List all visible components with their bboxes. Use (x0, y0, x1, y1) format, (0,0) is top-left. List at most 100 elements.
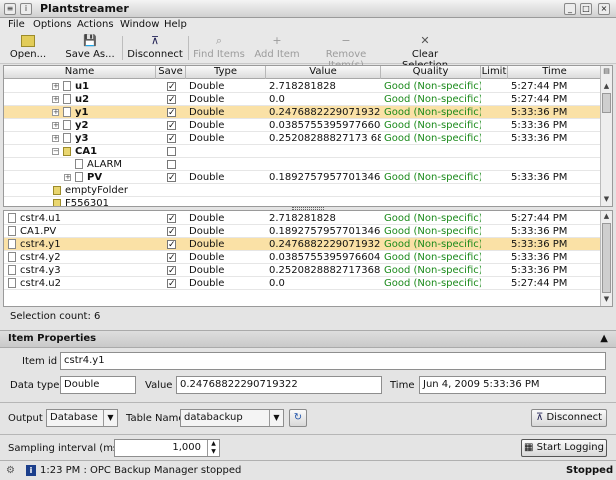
find-items-button[interactable]: ⌕ Find Items (193, 33, 245, 63)
divider (0, 434, 616, 435)
output-select[interactable]: Database ▼ (46, 409, 118, 427)
time-field[interactable]: Jun 4, 2009 5:33:36 PM (419, 376, 606, 394)
save-checkbox[interactable]: ✓ (167, 121, 176, 131)
scroll-down-icon[interactable]: ▼ (602, 195, 611, 204)
tree-row[interactable]: F556301 (4, 197, 600, 206)
expand-toggle-icon[interactable]: + (52, 83, 59, 90)
scroll-up-icon[interactable]: ▲ (602, 212, 611, 221)
save-as-button[interactable]: 💾 Save As... (64, 33, 116, 63)
tree-row[interactable]: + u1 ✓ Double 2.718281828 Good (Non-specific)… (4, 80, 600, 93)
tree-row[interactable]: + PV ✓ Double 0.1892757957701346 Good (Non-sp… (4, 171, 600, 184)
tree-row[interactable]: + y2 ✓ Double 0.03857553959776604 Good (Non-s… (4, 119, 600, 132)
col-value[interactable]: Value (266, 66, 381, 79)
item-type: Double (189, 252, 225, 263)
tree-scrollbar[interactable]: ▤ ▲ ▼ (600, 66, 612, 206)
maximize-button[interactable]: □ (580, 3, 592, 15)
save-checkbox[interactable]: ✓ (167, 240, 176, 250)
sampling-interval-field[interactable]: 1,000 ▲ ▼ (114, 439, 220, 457)
start-logging-label: Start Logging (536, 442, 604, 453)
disconnect-button[interactable]: ⊼ Disconnect (126, 33, 184, 63)
clear-selection-button[interactable]: ✕ Clear Selection (389, 33, 461, 72)
expand-toggle-icon[interactable]: + (52, 109, 59, 116)
col-type[interactable]: Type (186, 66, 266, 79)
expand-toggle-icon[interactable]: + (52, 135, 59, 142)
time-label: Time (390, 380, 415, 391)
items-scroll-thumb[interactable] (602, 223, 611, 293)
items-scrollbar[interactable]: ▲ ▼ (600, 211, 612, 306)
tree-quality: Good (Non-specific) (384, 107, 481, 118)
window-menu-icon[interactable]: ≡ (4, 3, 16, 15)
collapse-icon[interactable]: ▲ (600, 331, 608, 347)
save-checkbox[interactable]: ✓ (167, 266, 176, 276)
item-name: CA1.PV (20, 226, 57, 237)
output-disconnect-button[interactable]: ⊼ Disconnect (531, 409, 607, 427)
col-limit[interactable]: Limit (481, 66, 508, 79)
save-checkbox[interactable] (167, 147, 176, 156)
save-checkbox[interactable]: ✓ (167, 279, 176, 289)
data-type-field[interactable]: Double (60, 376, 136, 394)
tree-row[interactable]: ALARM (4, 158, 600, 171)
item-row[interactable]: cstr4.y3 ✓ Double 0.2520828882717368 Good (N… (4, 264, 600, 277)
item-time: 5:33:36 PM (511, 252, 568, 263)
item-type: Double (189, 278, 225, 289)
value-field[interactable]: 0.24768822290719322 (176, 376, 382, 394)
remove-items-button[interactable]: − Remove Item(s) (308, 33, 384, 72)
tree-row[interactable]: + u2 ✓ Double 0.0 Good (Non-specific) 5:27:44 … (4, 93, 600, 106)
refresh-button[interactable]: ↻ (289, 409, 307, 427)
add-item-button[interactable]: + Add Item (254, 33, 300, 63)
menu-file[interactable]: File (8, 19, 25, 30)
col-time[interactable]: Time (508, 66, 602, 79)
column-chooser-icon[interactable]: ▤ (602, 67, 611, 76)
tree-quality: Good (Non-specific) (384, 94, 481, 105)
tree-row[interactable]: + y3 ✓ Double 0.25208288827173 68 Good (Non-s… (4, 132, 600, 145)
close-button[interactable]: × (598, 3, 610, 15)
menu-options[interactable]: Options (33, 19, 72, 30)
start-logging-button[interactable]: ▦ Start Logging (521, 439, 607, 457)
scroll-down-icon[interactable]: ▼ (602, 295, 611, 304)
tree-name: y1 (75, 107, 89, 118)
menu-help[interactable]: Help (164, 19, 187, 30)
item-properties-header[interactable]: Item Properties ▲ (0, 330, 616, 348)
tree-scroll-thumb[interactable] (602, 93, 611, 113)
menu-window[interactable]: Window (120, 19, 159, 30)
tree-type: Double (189, 172, 225, 183)
save-checkbox[interactable]: ✓ (167, 214, 176, 224)
expand-toggle-icon[interactable]: + (52, 96, 59, 103)
expand-toggle-icon[interactable]: − (52, 148, 59, 155)
save-checkbox[interactable]: ✓ (167, 134, 176, 144)
table-name-select[interactable]: databackup ▼ (180, 409, 284, 427)
chevron-down-icon[interactable]: ▼ (269, 410, 283, 426)
item-row[interactable]: cstr4.y1 ✓ Double 0.24768822290719322 Good (… (4, 238, 600, 251)
save-checkbox[interactable]: ✓ (167, 95, 176, 105)
item-row[interactable]: cstr4.y2 ✓ Double 0.03857553959766045 Good (… (4, 251, 600, 264)
save-checkbox[interactable]: ✓ (167, 173, 176, 183)
item-row[interactable]: CA1.PV ✓ Double 0.1892757957701346 Good (Non… (4, 225, 600, 238)
menu-actions[interactable]: Actions (77, 19, 114, 30)
col-save[interactable]: Save (156, 66, 186, 79)
tree-row[interactable]: − CA1 (4, 145, 600, 158)
tree-row[interactable]: emptyFolder (4, 184, 600, 197)
item-name: cstr4.u2 (20, 278, 61, 289)
save-checkbox[interactable]: ✓ (167, 108, 176, 118)
save-checkbox[interactable]: ✓ (167, 253, 176, 263)
save-checkbox[interactable]: ✓ (167, 82, 176, 92)
minimize-button[interactable]: _ (564, 3, 576, 15)
save-checkbox[interactable]: ✓ (167, 227, 176, 237)
item-row[interactable]: cstr4.u1 ✓ Double 2.718281828 Good (Non-spec… (4, 212, 600, 225)
expand-toggle-icon[interactable]: + (64, 174, 71, 181)
spinner-icon[interactable]: ▲ ▼ (207, 440, 219, 456)
expand-toggle-icon[interactable]: + (52, 122, 59, 129)
col-quality[interactable]: Quality (381, 66, 481, 79)
col-name[interactable]: Name (4, 66, 156, 79)
divider (0, 402, 616, 403)
info-icon[interactable]: i (20, 3, 32, 15)
item-value: 2.718281828 (269, 213, 336, 224)
item-id-field[interactable]: cstr4.y1 (60, 352, 606, 370)
scroll-up-icon[interactable]: ▲ (602, 82, 611, 91)
item-row[interactable]: cstr4.u2 ✓ Double 0.0 Good (Non-specific) 5:2… (4, 277, 600, 290)
tree-row[interactable]: + y1 ✓ Double 0.24768822290719322 Good (Non-s… (4, 106, 600, 119)
chevron-down-icon[interactable]: ▼ (103, 410, 117, 426)
save-checkbox[interactable] (167, 160, 176, 169)
open-button[interactable]: Open... (6, 33, 50, 63)
item-type: Double (189, 213, 225, 224)
